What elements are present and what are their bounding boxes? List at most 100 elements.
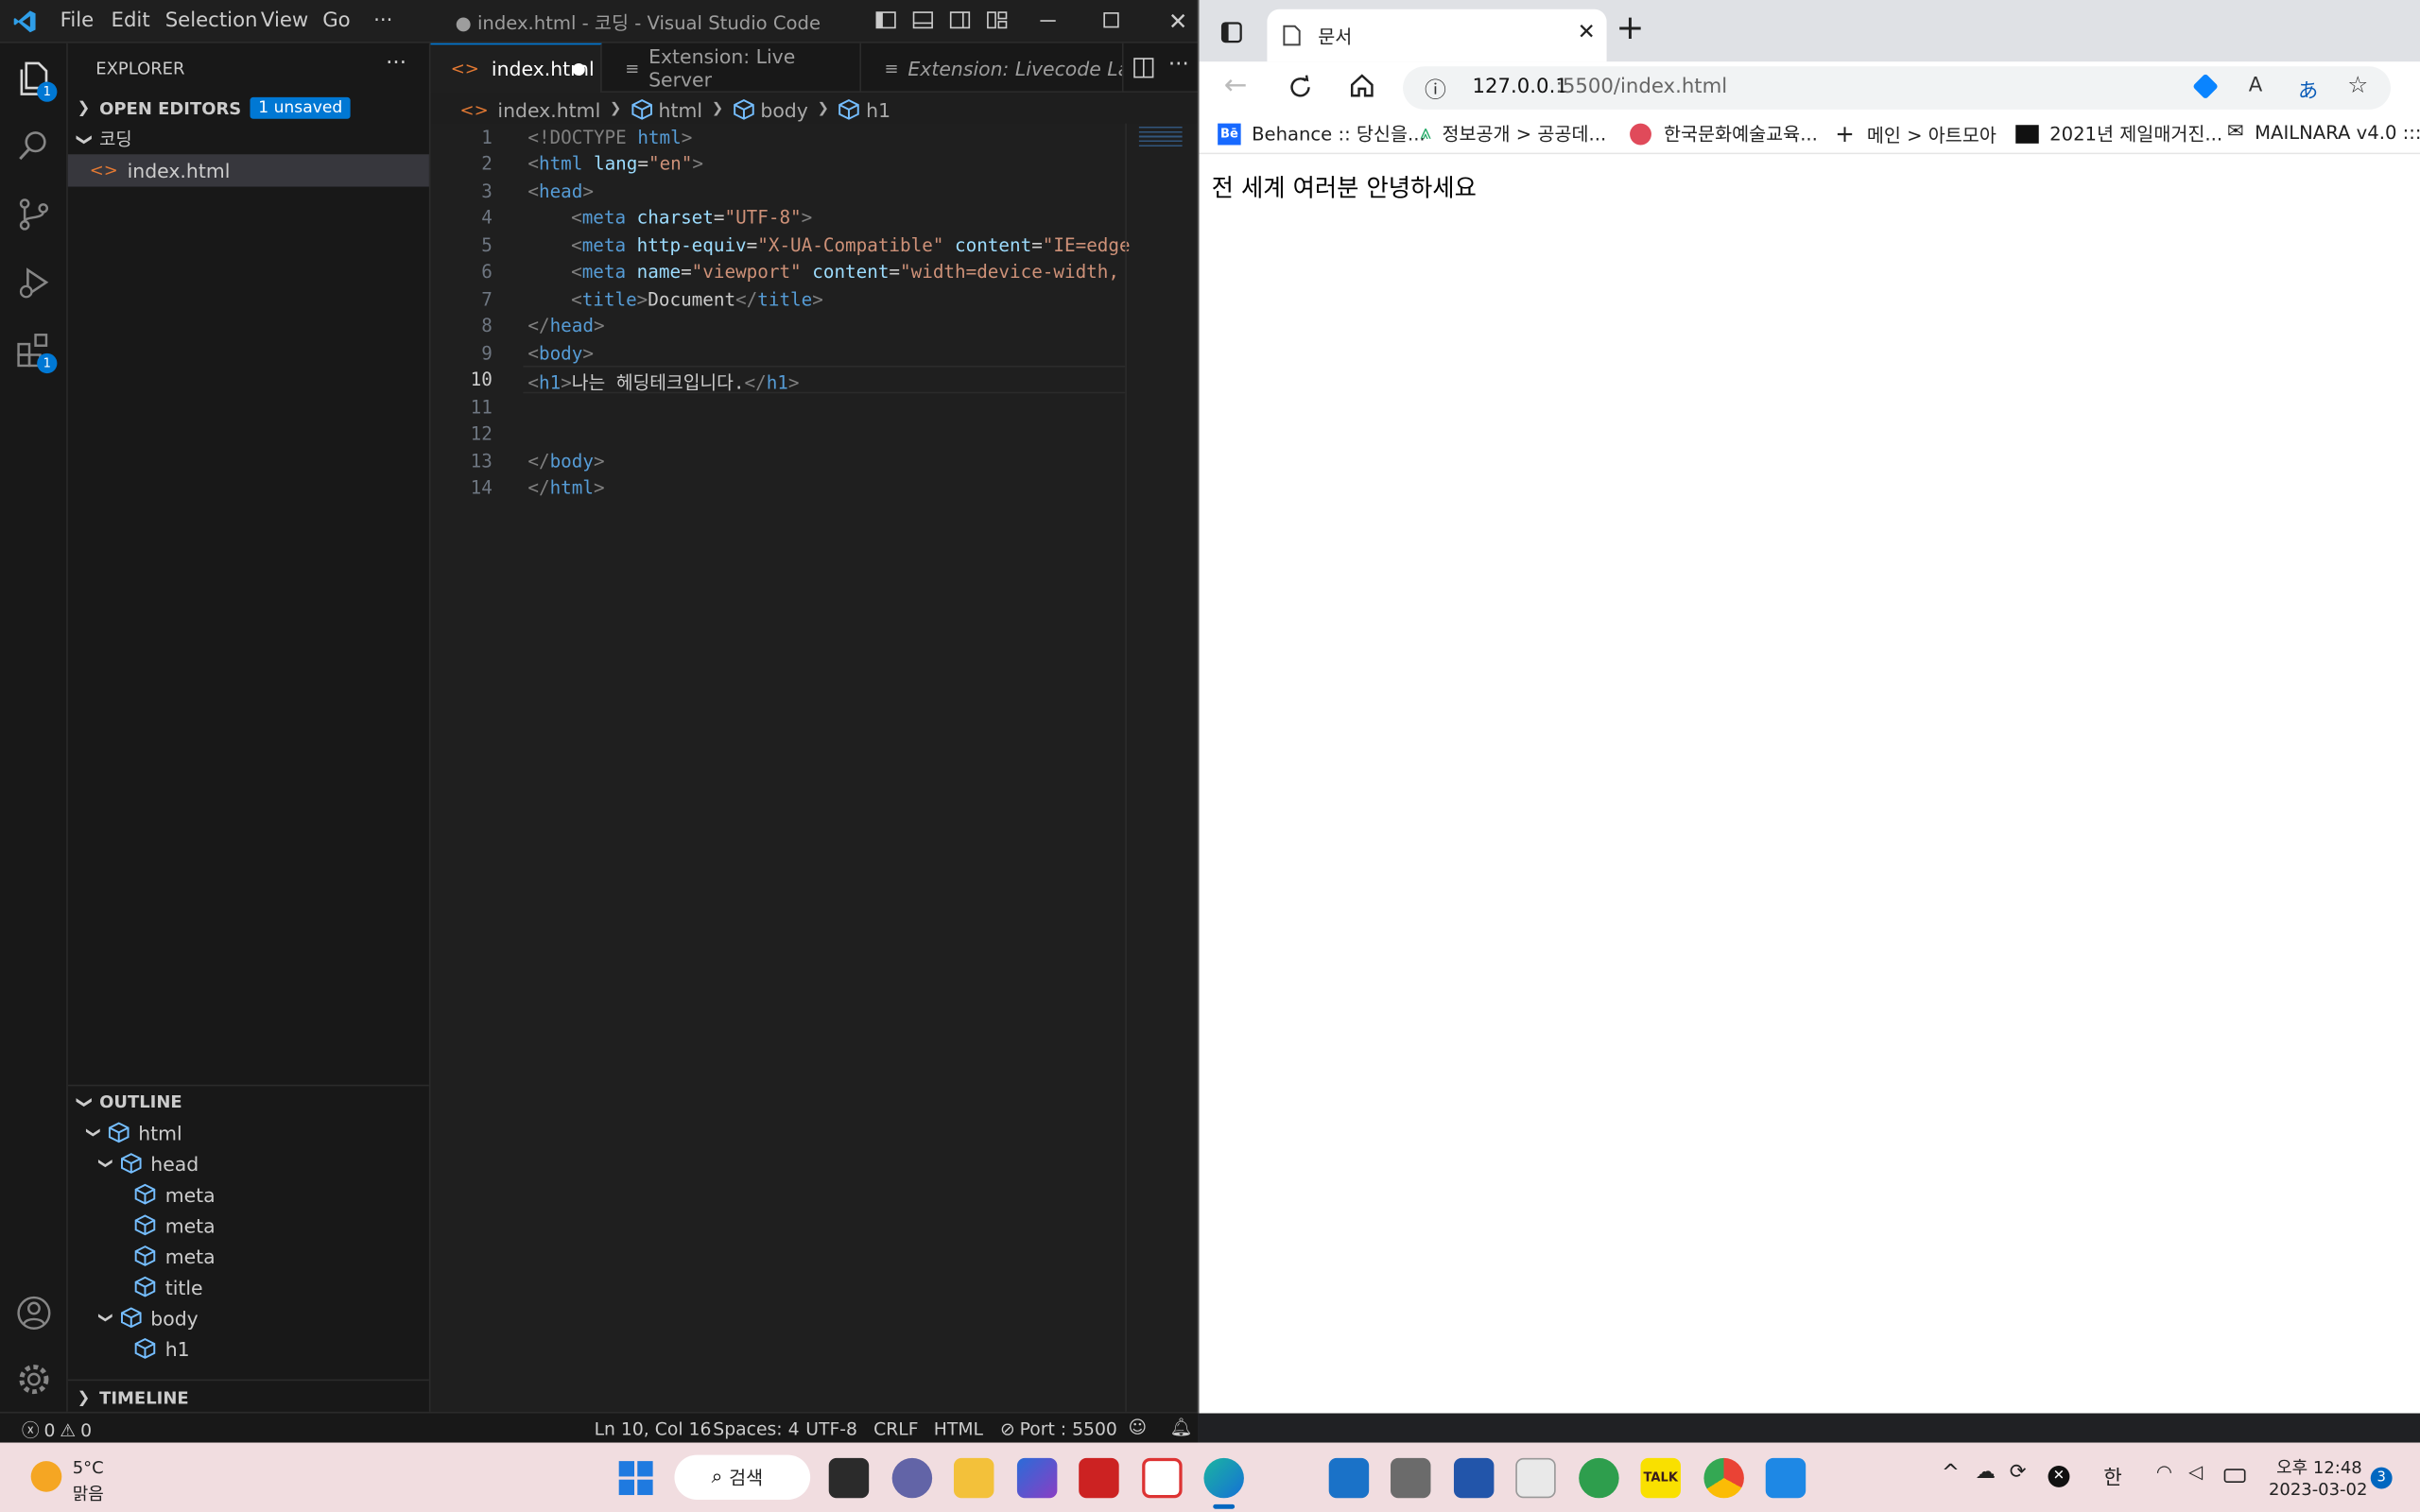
customize-layout-icon[interactable] <box>986 9 1008 31</box>
settings-gear-icon[interactable] <box>14 1359 54 1399</box>
search-icon[interactable] <box>14 127 54 166</box>
teams-chat-icon[interactable] <box>891 1457 933 1499</box>
clock-time[interactable]: 오후 12:48 <box>2276 1455 2362 1480</box>
feedback-icon[interactable]: ☺ <box>1128 1417 1147 1438</box>
notification-badge[interactable]: 3 <box>2370 1467 2393 1489</box>
windows-start-icon[interactable] <box>618 1461 653 1496</box>
code-editor[interactable]: 1 2 3 4 5 6 7 8 9 10 11 12 13 14 <!DOCTY… <box>430 123 1198 1412</box>
menu-view[interactable]: View <box>261 9 308 32</box>
edge-dev-icon[interactable] <box>1579 1457 1619 1499</box>
chrome-icon[interactable] <box>1703 1457 1744 1499</box>
bell-icon[interactable]: 🔔︎ <box>1170 1417 1193 1438</box>
outline-header[interactable]: ❯ OUTLINE <box>68 1085 431 1119</box>
battery-icon[interactable] <box>2223 1469 2246 1483</box>
sync-icon[interactable]: ⟳ <box>2010 1461 2027 1484</box>
menu-more[interactable]: ··· <box>373 9 392 32</box>
extensions-icon[interactable]: 1 <box>14 330 58 374</box>
tab-live-server[interactable]: ≡ Extension: Live Server <box>602 43 862 93</box>
outline-item-title[interactable]: title <box>134 1271 203 1302</box>
new-tab-icon[interactable]: + <box>1616 9 1644 48</box>
menu-file[interactable]: File <box>60 9 95 32</box>
menu-go[interactable]: Go <box>322 9 350 32</box>
minimap[interactable] <box>1125 123 1198 1412</box>
microsoft-store-icon[interactable] <box>1016 1457 1058 1499</box>
editor-more-button[interactable]: ··· <box>1168 53 1189 77</box>
taskbar-search[interactable]: ⌕ 검색 <box>674 1454 811 1500</box>
clock-date[interactable]: 2023-03-02 <box>2269 1480 2367 1500</box>
bookmark-artmoa[interactable]: + 메인 > 아트모아 <box>1835 120 1996 147</box>
task-view-icon[interactable] <box>828 1457 870 1499</box>
explorer-more-button[interactable]: ··· <box>386 51 406 76</box>
volume-icon[interactable]: ◁ <box>2188 1461 2203 1483</box>
bookmark-public-data[interactable]: ⩓ 정보공개 > 공공데... <box>1420 120 1606 146</box>
menu-edit[interactable]: Edit <box>112 9 150 32</box>
breadcrumb-html[interactable]: html <box>659 98 703 121</box>
explorer-icon[interactable]: 1 <box>14 59 58 102</box>
breadcrumb-body[interactable]: body <box>760 98 807 121</box>
timeline-header[interactable]: ❯ TIMELINE <box>68 1381 431 1415</box>
info-icon[interactable]: ⓘ <box>1425 74 1446 105</box>
back-icon[interactable]: ← <box>1224 69 1248 101</box>
address-bar[interactable]: ⓘ 127.0.0.1 :5500/index.html A あ ☆ <box>1403 66 2391 110</box>
refresh-icon[interactable] <box>1288 74 1314 100</box>
app-red-icon[interactable] <box>1079 1457 1119 1499</box>
weather-desc[interactable]: 맑음 <box>73 1481 104 1505</box>
close-tab-icon[interactable]: ✕ <box>1578 20 1596 44</box>
read-aloud-icon[interactable]: A <box>2249 74 2263 96</box>
unsaved-dot-icon[interactable] <box>572 62 585 76</box>
menu-selection[interactable]: Selection <box>165 9 258 32</box>
close-app-tray-icon[interactable]: ✕ <box>2048 1466 2070 1487</box>
split-editor-icon[interactable] <box>1132 57 1154 78</box>
line-ending[interactable]: CRLF <box>873 1418 918 1439</box>
browser-tab-active[interactable]: 문서 ✕ <box>1267 9 1607 62</box>
breadcrumb-h1[interactable]: h1 <box>866 98 890 121</box>
indentation[interactable]: Spaces: 4 <box>713 1418 799 1439</box>
file-explorer-icon[interactable] <box>953 1457 994 1499</box>
cursor-position[interactable]: Ln 10, Col 16 <box>595 1418 712 1439</box>
outline-item-meta[interactable]: meta <box>134 1178 216 1210</box>
tray-overflow-icon[interactable]: ^ <box>1942 1461 1960 1486</box>
edge-icon[interactable] <box>1203 1457 1244 1499</box>
toggle-panel-icon[interactable] <box>912 9 934 31</box>
paint-icon[interactable] <box>1515 1457 1556 1499</box>
run-debug-icon[interactable] <box>14 263 54 302</box>
weather-sun-icon[interactable] <box>30 1461 62 1492</box>
bookmark-cheil-magazine[interactable]: 2021년 제일매거진... <box>2015 120 2222 146</box>
network-app-icon[interactable] <box>1453 1457 1495 1499</box>
outline-item-body[interactable]: ❯ body <box>96 1302 198 1333</box>
sync-app-icon[interactable] <box>1142 1457 1183 1499</box>
toggle-secondary-sidebar-icon[interactable] <box>949 9 971 31</box>
accounts-icon[interactable] <box>14 1293 54 1332</box>
source-control-icon[interactable] <box>14 195 54 234</box>
weather-temp[interactable]: 5°C <box>73 1458 104 1478</box>
outline-item-html[interactable]: ❯ html <box>84 1117 182 1148</box>
translate-icon[interactable]: あ <box>2298 74 2318 103</box>
wifi-icon[interactable]: ◠ <box>2156 1461 2172 1483</box>
onedrive-icon[interactable]: ☁ <box>1976 1461 1996 1484</box>
live-server-port[interactable]: ⊘ Port : 5500 <box>1000 1418 1117 1439</box>
breadcrumb-file[interactable]: index.html <box>497 98 600 121</box>
bookmark-mailnara[interactable]: ✉ MAILNARA v4.0 :::... <box>2227 120 2420 143</box>
minimize-icon[interactable] <box>1040 20 1056 22</box>
outline-item-head[interactable]: ❯ head <box>96 1148 199 1179</box>
add-favorite-icon[interactable]: ☆ <box>2347 71 2368 98</box>
outline-item-meta[interactable]: meta <box>134 1210 216 1241</box>
outline-item-h1[interactable]: h1 <box>134 1333 190 1365</box>
home-icon[interactable] <box>1349 73 1375 99</box>
file-item-index-html[interactable]: <> index.html <box>67 154 429 187</box>
close-icon[interactable]: ✕ <box>1168 8 1188 35</box>
vscode-taskbar-icon[interactable] <box>1765 1457 1806 1499</box>
shopping-tag-icon[interactable] <box>2192 73 2219 100</box>
open-editors-header[interactable]: ❯ OPEN EDITORS 1 unsaved <box>68 91 431 125</box>
calculator-icon[interactable] <box>1391 1457 1431 1499</box>
toggle-sidebar-icon[interactable] <box>875 9 897 31</box>
problems-indicator[interactable]: ⓧ 0 ⚠ 0 <box>22 1418 92 1442</box>
folder-header[interactable]: ❯ 코딩 <box>68 122 431 156</box>
kakaotalk-icon[interactable]: TALK <box>1640 1457 1681 1499</box>
desktop-icon[interactable] <box>1328 1457 1370 1499</box>
bookmark-arts-education[interactable]: 한국문화예술교육... <box>1630 120 1818 146</box>
tab-livecode[interactable]: ≡ Extension: Livecode Langu <box>861 43 1124 93</box>
tab-actions-icon[interactable] <box>1220 22 1242 43</box>
ime-indicator[interactable]: 한 <box>2103 1461 2122 1490</box>
maximize-icon[interactable] <box>1103 12 1119 28</box>
